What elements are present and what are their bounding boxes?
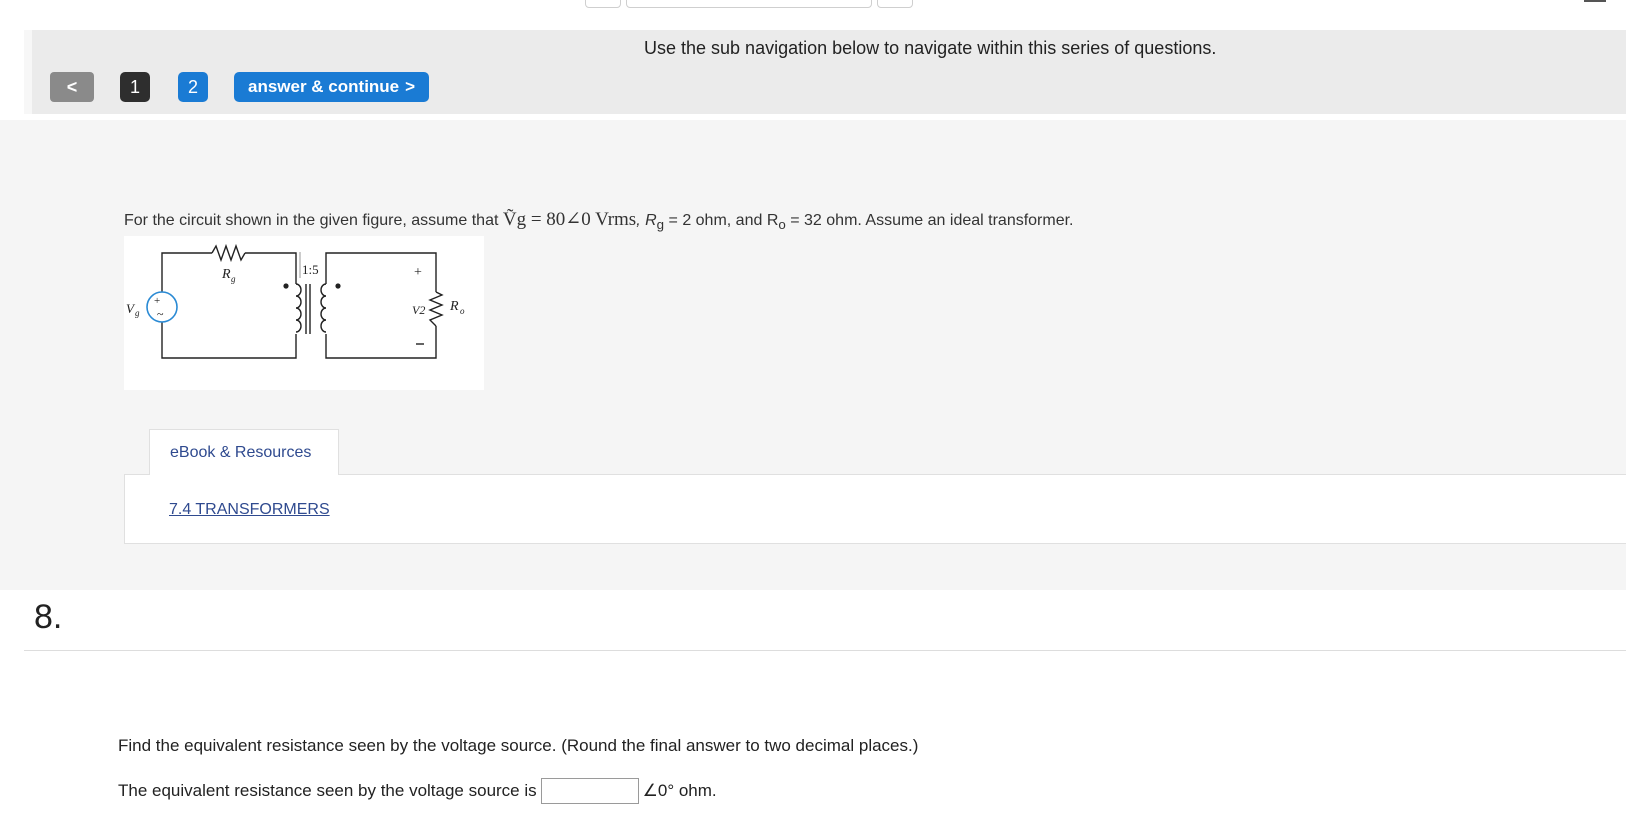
stem-text-end: = 32 ohm. Assume an ideal transformer.	[785, 212, 1074, 229]
answer-suffix: ∠0° ohm.	[642, 781, 717, 800]
question-2-button[interactable]: 2	[178, 72, 208, 102]
primary-coil	[295, 283, 302, 333]
answer-continue-button[interactable]: answer & continue >	[234, 72, 430, 102]
corner-mark	[1584, 0, 1606, 2]
ro-label: R	[449, 299, 459, 314]
subnav-rail	[24, 30, 32, 114]
ro-resistor	[428, 291, 444, 327]
primary-wire-bottom	[161, 322, 297, 359]
circuit-figure: + ~ V g R g 1:5 + V2 R o	[124, 236, 484, 390]
part-number: 8.	[34, 598, 63, 636]
question-1-button[interactable]: 1	[120, 72, 150, 102]
toolbar-button-left[interactable]	[585, 0, 621, 8]
stem-text-start: For the circuit shown in the given figur…	[124, 212, 503, 229]
ebook-resources-panel: 7.4 TRANSFORMERS	[124, 474, 1626, 544]
source-tilde: ~	[157, 307, 164, 321]
secondary-wire-bottom	[325, 326, 437, 359]
transformers-link[interactable]: 7.4 TRANSFORMERS	[169, 501, 330, 519]
primary-wire-top-left	[161, 252, 212, 292]
stem-ro-subscript: o	[778, 217, 786, 233]
question-stem: For the circuit shown in the given figur…	[124, 208, 1074, 232]
rg-label: R	[221, 267, 231, 282]
part-prompt: Find the equivalent resistance seen by t…	[118, 736, 919, 755]
ratio-label: 1:5	[302, 262, 319, 277]
answer-prefix: The equivalent resistance seen by the vo…	[118, 781, 537, 800]
previous-question-button[interactable]: <	[50, 72, 94, 102]
part-divider	[24, 650, 1626, 651]
circuit-diagram: + ~ V g R g 1:5 + V2 R o	[126, 243, 465, 359]
stem-rg-subscript: g	[656, 217, 665, 233]
rg-resistor	[211, 243, 246, 263]
vg-sub: g	[135, 308, 140, 318]
primary-wire-top-right	[245, 252, 297, 284]
source-plus: +	[154, 295, 160, 307]
primary-dot	[283, 283, 289, 289]
chevron-right-icon: >	[405, 77, 416, 96]
secondary-coil	[320, 283, 327, 333]
stem-vg-expression: Ṽg = 80∠0 Vrms	[502, 209, 637, 230]
v2-plus: +	[414, 265, 422, 280]
stem-rg-text: , R	[636, 212, 657, 229]
rg-sub: g	[231, 274, 236, 284]
ebook-resources-tab[interactable]: eBook & Resources	[149, 429, 339, 475]
v2-label: V2	[412, 303, 425, 317]
top-toolbar	[0, 0, 1626, 30]
equivalent-resistance-input[interactable]	[540, 778, 639, 804]
chevron-left-icon: <	[66, 76, 78, 97]
answer-continue-label: answer & continue	[248, 77, 400, 96]
subnav-hint: Use the sub navigation below to navigate…	[644, 38, 1217, 58]
question-body: For the circuit shown in the given figur…	[0, 120, 1626, 590]
toolbar-button-right[interactable]	[877, 0, 913, 8]
answer-row: The equivalent resistance seen by the vo…	[118, 778, 717, 804]
sub-navigation-bar: Use the sub navigation below to navigate…	[24, 30, 1626, 114]
ro-sub: o	[460, 306, 465, 316]
toolbar-field[interactable]	[626, 0, 872, 8]
secondary-dot	[335, 283, 341, 289]
stem-rg-value: = 2 ohm, and R	[664, 212, 779, 229]
